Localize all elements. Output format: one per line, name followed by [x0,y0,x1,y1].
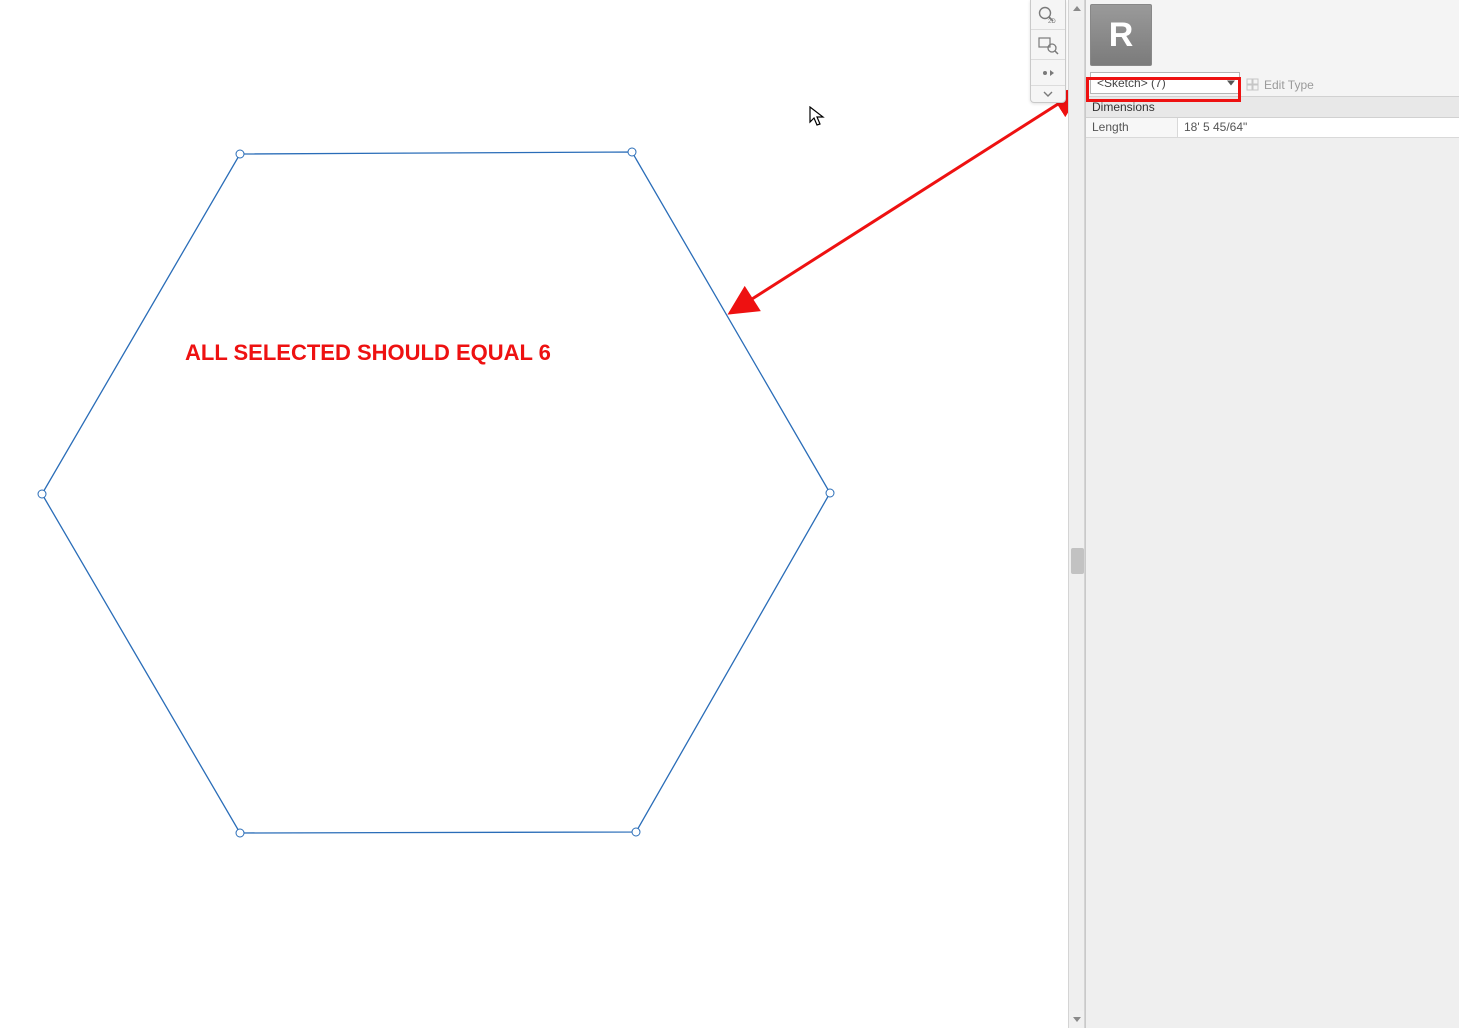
svg-text:2D: 2D [1048,19,1056,25]
sketch-hexagon[interactable] [0,0,1068,1028]
edit-type-button[interactable]: Edit Type [1246,72,1314,94]
properties-panel: R <Sketch> (7) Edit Type Dimensions Leng… [1085,0,1459,1028]
property-label: Length [1086,118,1178,137]
vertex-handle[interactable] [628,148,636,156]
edit-type-icon [1246,78,1260,92]
canvas-vertical-scrollbar[interactable] [1068,0,1085,1028]
scroll-down-button[interactable] [1069,1011,1084,1028]
hexagon-outline[interactable] [42,152,830,833]
edit-type-label: Edit Type [1264,78,1314,92]
vertex-handle[interactable] [38,490,46,498]
vertex-handle[interactable] [236,150,244,158]
property-row: Length 18' 5 45/64" [1086,118,1459,138]
type-selector-value: <Sketch> (7) [1097,76,1166,90]
steering-wheel-button[interactable] [1031,60,1065,86]
logo-letter: R [1109,16,1134,55]
annotation-text: ALL SELECTED SHOULD EQUAL 6 [185,340,551,366]
zoom-region-button[interactable] [1031,30,1065,60]
category-logo: R [1090,4,1152,66]
properties-section-header: Dimensions [1086,96,1459,118]
vertex-handle[interactable] [236,829,244,837]
chevron-down-icon [1227,81,1235,86]
scroll-thumb[interactable] [1071,548,1084,574]
property-value[interactable]: 18' 5 45/64" [1178,118,1459,137]
vertex-handle[interactable] [632,828,640,836]
view-nav-toolbar: 2D [1030,0,1066,103]
zoom-2d-button[interactable]: 2D [1031,0,1065,30]
type-selector-dropdown[interactable]: <Sketch> (7) [1090,72,1240,94]
properties-empty-area [1086,138,1459,1028]
vertex-handle[interactable] [826,489,834,497]
nav-toolbar-expand-button[interactable] [1031,86,1065,102]
scroll-up-button[interactable] [1069,0,1084,17]
